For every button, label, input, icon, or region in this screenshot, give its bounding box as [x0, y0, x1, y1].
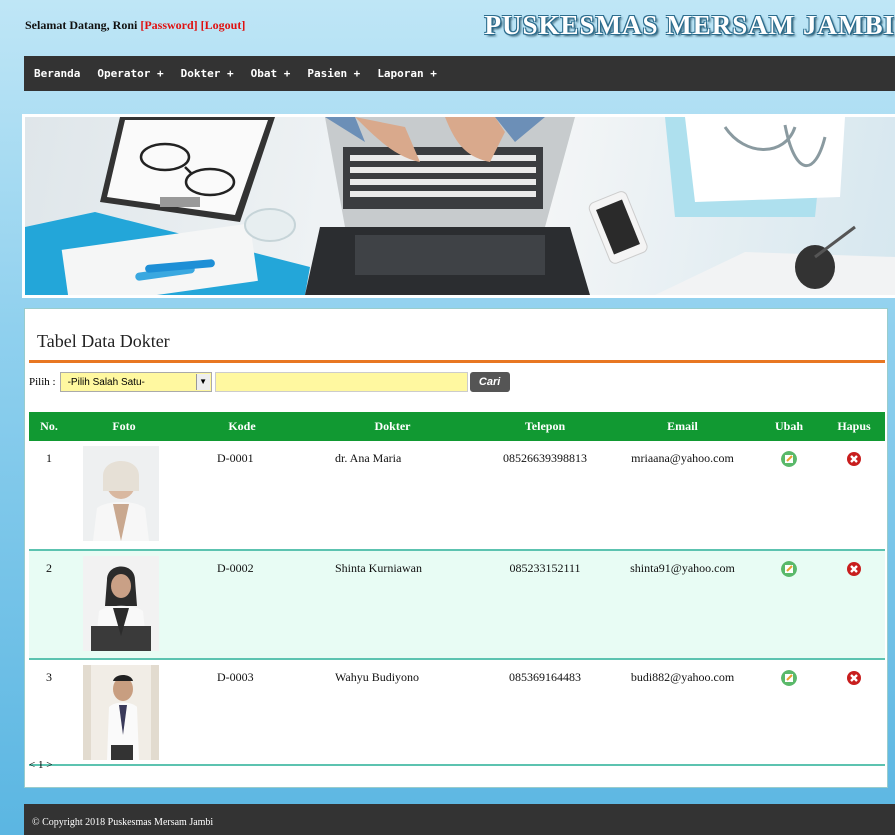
filter-select-value: -Pilih Salah Satu- [67, 377, 145, 388]
pagination[interactable]: < 1 > [29, 759, 52, 771]
col-dokter: Dokter [305, 412, 480, 441]
top-bar: Selamat Datang, Roni [Password] [Logout]… [0, 0, 895, 52]
table-row: 1 D-0001 dr. Ana Maria 08526639398813 mr… [29, 441, 885, 550]
search-input[interactable] [214, 372, 468, 392]
cell-email: budi882@yahoo.com [630, 670, 735, 684]
cell-foto [69, 659, 179, 765]
col-hapus: Hapus [823, 412, 885, 441]
filter-select[interactable]: -Pilih Salah Satu- ▼ [59, 372, 212, 392]
site-title: PUSKESMAS MERSAM JAMBI [484, 10, 895, 40]
delete-button[interactable] [823, 550, 885, 659]
header-banner-image [22, 114, 895, 298]
delete-button[interactable] [823, 441, 885, 550]
nav-laporan[interactable]: Laporan + [377, 67, 437, 80]
cell-foto [69, 550, 179, 659]
edit-button[interactable] [755, 659, 823, 765]
cell-email: shinta91@yahoo.com [630, 561, 735, 575]
cell-telepon: 085233152111 [509, 561, 581, 575]
delete-icon[interactable] [846, 561, 862, 577]
footer: © Copyright 2018 Puskesmas Mersam Jambi [24, 804, 895, 835]
nav-beranda[interactable]: Beranda [34, 67, 80, 80]
delete-icon[interactable] [846, 451, 862, 467]
title-divider [29, 360, 885, 363]
edit-icon[interactable] [781, 451, 797, 467]
edit-button[interactable] [755, 550, 823, 659]
welcome-text: Selamat Datang, Roni [Password] [Logout] [25, 18, 245, 33]
edit-icon[interactable] [781, 670, 797, 686]
cell-email: mriaana@yahoo.com [631, 451, 734, 465]
nav-obat[interactable]: Obat + [251, 67, 291, 80]
cell-foto [69, 441, 179, 550]
cell-no: 2 [46, 561, 52, 575]
cell-no: 1 [46, 451, 52, 465]
password-link[interactable]: [Password] [140, 18, 197, 32]
search-button[interactable]: Cari [469, 372, 510, 392]
table-row: 2 D-0002 Shinta Kurniawan 085233152111 s… [29, 550, 885, 659]
table-row: 3 D-0003 Wahyu Budiyono 085369164483 bud… [29, 659, 885, 765]
panel-title: Tabel Data Dokter [37, 331, 170, 351]
cell-kode: D-0003 [217, 670, 254, 684]
cell-dokter: Wahyu Budiyono [335, 670, 420, 684]
table-header-row: No. Foto Kode Dokter Telepon Email Ubah … [29, 412, 885, 441]
cell-telepon: 08526639398813 [503, 451, 587, 465]
col-ubah: Ubah [755, 412, 823, 441]
edit-button[interactable] [755, 441, 823, 550]
col-kode: Kode [179, 412, 305, 441]
cell-telepon: 085369164483 [509, 670, 581, 684]
col-no: No. [29, 412, 69, 441]
cell-kode: D-0002 [217, 561, 254, 575]
cell-no: 3 [46, 670, 52, 684]
doctor-photo [83, 446, 159, 541]
col-email: Email [610, 412, 755, 441]
col-telepon: Telepon [480, 412, 610, 441]
doctor-table: No. Foto Kode Dokter Telepon Email Ubah … [29, 412, 885, 766]
main-nav: Beranda Operator + Dokter + Obat + Pasie… [24, 56, 895, 91]
col-foto: Foto [69, 412, 179, 441]
logout-link[interactable]: [Logout] [201, 18, 246, 32]
doctor-photo [83, 665, 159, 760]
cell-kode: D-0001 [217, 451, 254, 465]
delete-icon[interactable] [846, 670, 862, 686]
cell-dokter: Shinta Kurniawan [335, 561, 422, 575]
delete-button[interactable] [823, 659, 885, 765]
edit-icon[interactable] [781, 561, 797, 577]
filter-label: Pilih : [29, 376, 56, 388]
cell-dokter: dr. Ana Maria [335, 451, 402, 465]
doctor-photo [83, 556, 159, 651]
nav-operator[interactable]: Operator + [97, 67, 163, 80]
nav-pasien[interactable]: Pasien + [307, 67, 360, 80]
filter-bar: Pilih : -Pilih Salah Satu- ▼ Cari [29, 371, 510, 393]
chevron-down-icon[interactable]: ▼ [195, 374, 210, 390]
nav-dokter[interactable]: Dokter + [181, 67, 234, 80]
welcome-greeting: Selamat Datang, Roni [25, 18, 138, 32]
data-panel: Tabel Data Dokter Pilih : -Pilih Salah S… [24, 308, 888, 788]
